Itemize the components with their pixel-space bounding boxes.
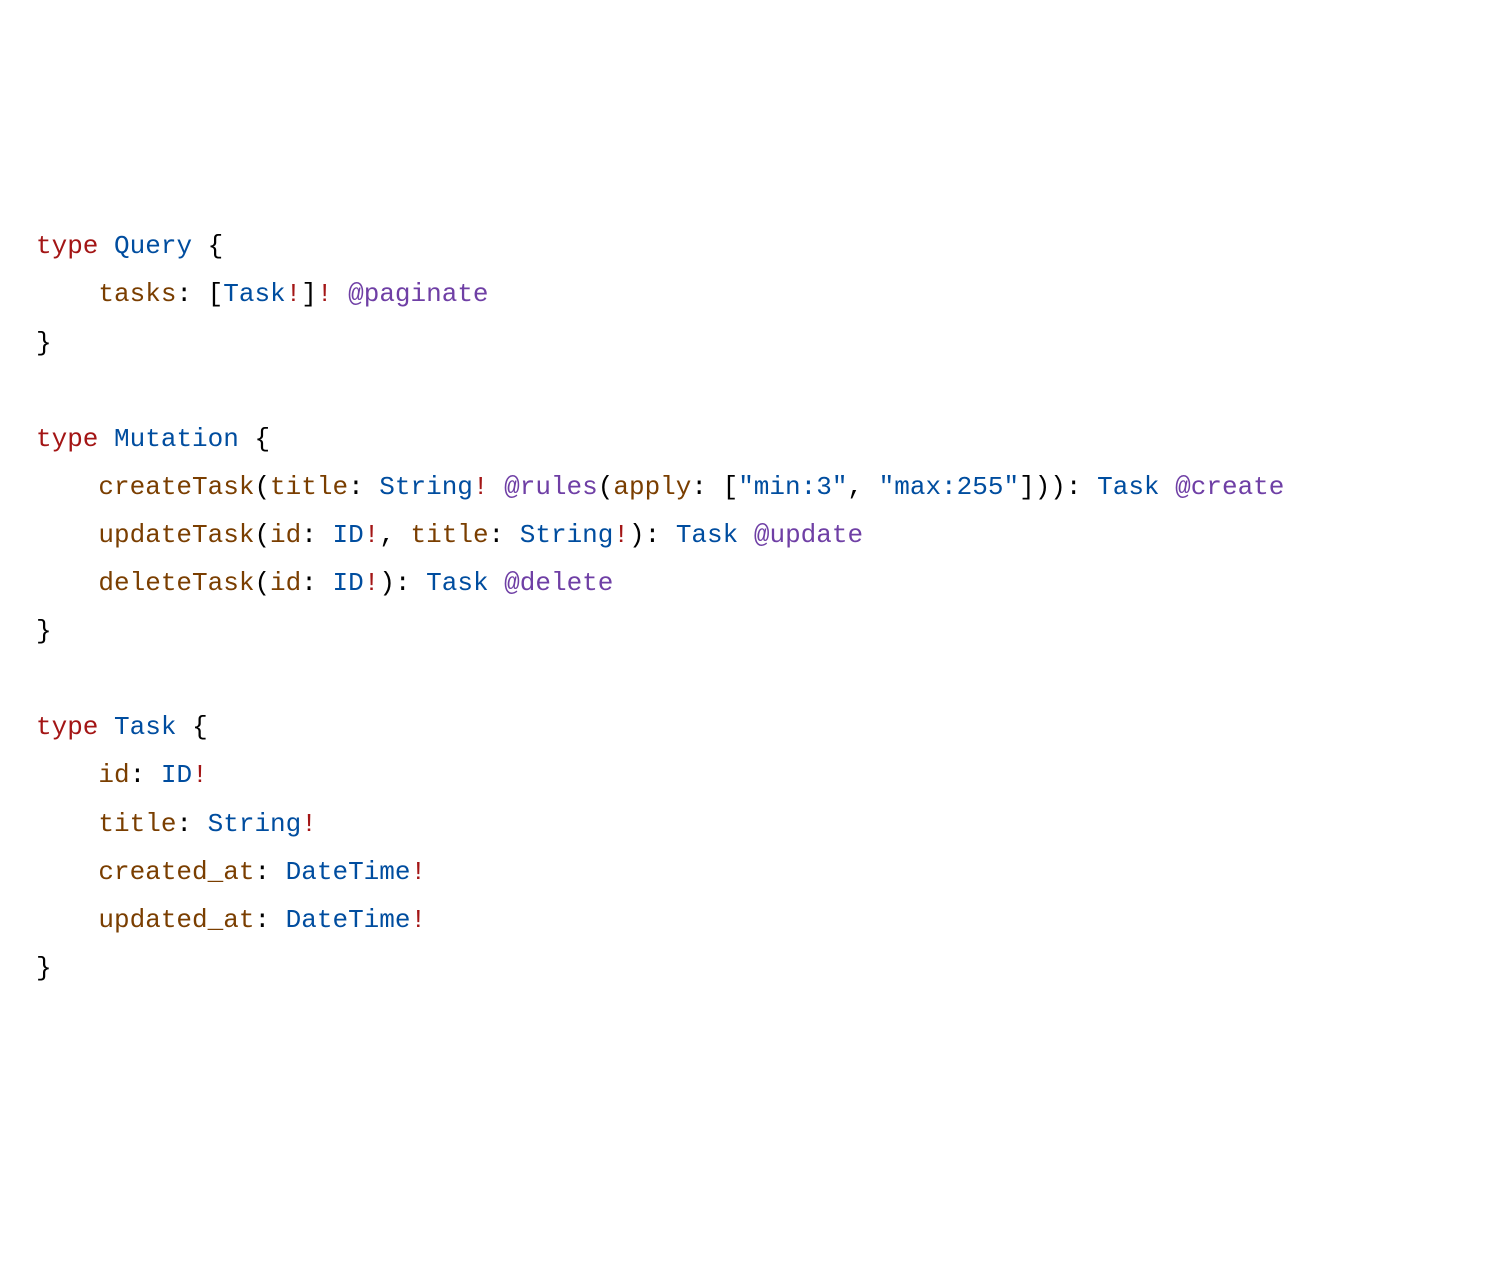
colon: : bbox=[254, 857, 270, 887]
brace-open: { bbox=[192, 712, 208, 742]
string-min3: "min:3" bbox=[738, 472, 847, 502]
directive-paginate: @paginate bbox=[348, 279, 488, 309]
paren-close: ) bbox=[629, 520, 645, 550]
brace-close: } bbox=[36, 328, 52, 358]
type-task: Task bbox=[114, 712, 176, 742]
field-deletetask: deleteTask bbox=[98, 568, 254, 598]
bang: ! bbox=[317, 279, 333, 309]
bang: ! bbox=[410, 857, 426, 887]
arg-title: title bbox=[411, 520, 489, 550]
colon: : bbox=[176, 279, 192, 309]
brace-close: } bbox=[36, 616, 52, 646]
bracket-open: [ bbox=[723, 472, 739, 502]
paren-open: ( bbox=[254, 520, 270, 550]
bracket-close: ] bbox=[301, 279, 317, 309]
arg-id: id bbox=[270, 520, 301, 550]
bang: ! bbox=[301, 809, 317, 839]
type-query: Query bbox=[114, 231, 192, 261]
brace-close: } bbox=[36, 953, 52, 983]
paren-open: ( bbox=[254, 472, 270, 502]
directive-create: @create bbox=[1175, 472, 1284, 502]
keyword-type: type bbox=[36, 231, 98, 261]
bang: ! bbox=[364, 568, 380, 598]
paren-close: ) bbox=[1035, 472, 1051, 502]
bang: ! bbox=[286, 279, 302, 309]
scalar-id: ID bbox=[161, 760, 192, 790]
field-tasks: tasks bbox=[98, 279, 176, 309]
field-title: title bbox=[98, 809, 176, 839]
scalar-task: Task bbox=[223, 279, 285, 309]
code-block: type Query { tasks: [Task!]! @paginate }… bbox=[36, 222, 1476, 992]
field-created-at: created_at bbox=[98, 857, 254, 887]
string-max255: "max:255" bbox=[879, 472, 1019, 502]
keyword-type: type bbox=[36, 712, 98, 742]
colon: : bbox=[348, 472, 364, 502]
bang: ! bbox=[410, 905, 426, 935]
bang: ! bbox=[192, 760, 208, 790]
scalar-task: Task bbox=[426, 568, 488, 598]
directive-rules: @rules bbox=[504, 472, 598, 502]
paren-open: ( bbox=[598, 472, 614, 502]
colon: : bbox=[130, 760, 146, 790]
colon: : bbox=[691, 472, 707, 502]
colon: : bbox=[301, 520, 317, 550]
paren-close: ) bbox=[1050, 472, 1066, 502]
scalar-task: Task bbox=[676, 520, 738, 550]
bracket-close: ] bbox=[1019, 472, 1035, 502]
arg-id: id bbox=[270, 568, 301, 598]
brace-open: { bbox=[254, 424, 270, 454]
bang: ! bbox=[473, 472, 489, 502]
comma: , bbox=[379, 520, 395, 550]
scalar-string: String bbox=[520, 520, 614, 550]
type-mutation: Mutation bbox=[114, 424, 239, 454]
arg-apply: apply bbox=[613, 472, 691, 502]
scalar-string: String bbox=[379, 472, 473, 502]
scalar-string: String bbox=[208, 809, 302, 839]
colon: : bbox=[1066, 472, 1082, 502]
keyword-type: type bbox=[36, 424, 98, 454]
scalar-task: Task bbox=[1097, 472, 1159, 502]
bang: ! bbox=[613, 520, 629, 550]
colon: : bbox=[489, 520, 505, 550]
field-updated-at: updated_at bbox=[98, 905, 254, 935]
brace-open: { bbox=[208, 231, 224, 261]
scalar-id: ID bbox=[332, 520, 363, 550]
scalar-id: ID bbox=[332, 568, 363, 598]
colon: : bbox=[176, 809, 192, 839]
field-updatetask: updateTask bbox=[98, 520, 254, 550]
directive-delete: @delete bbox=[504, 568, 613, 598]
comma: , bbox=[847, 472, 863, 502]
colon: : bbox=[254, 905, 270, 935]
field-createtask: createTask bbox=[98, 472, 254, 502]
paren-open: ( bbox=[254, 568, 270, 598]
bang: ! bbox=[364, 520, 380, 550]
colon: : bbox=[395, 568, 411, 598]
bracket-open: [ bbox=[208, 279, 224, 309]
colon: : bbox=[645, 520, 661, 550]
paren-close: ) bbox=[379, 568, 395, 598]
field-id: id bbox=[98, 760, 129, 790]
scalar-datetime: DateTime bbox=[286, 857, 411, 887]
directive-update: @update bbox=[754, 520, 863, 550]
arg-title: title bbox=[270, 472, 348, 502]
colon: : bbox=[301, 568, 317, 598]
scalar-datetime: DateTime bbox=[286, 905, 411, 935]
